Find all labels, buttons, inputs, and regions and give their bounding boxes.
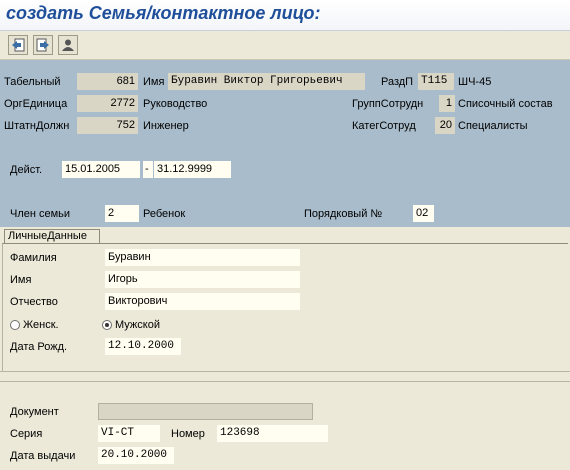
position-label: ШтатнДолжн — [4, 120, 70, 132]
previous-record-icon — [12, 38, 25, 52]
valid-to-field[interactable]: 31.12.9999 — [154, 161, 231, 178]
first-name-field[interactable]: Игорь — [105, 271, 300, 288]
org-unit-label: ОргЕдиница — [4, 98, 68, 110]
family-member-label: Член семьи — [10, 208, 71, 220]
series-label: Серия — [10, 428, 43, 440]
next-record-icon — [36, 38, 49, 52]
patronymic-field[interactable]: Викторович — [105, 293, 300, 310]
razdp-code-field[interactable]: T115 — [418, 73, 454, 90]
razdp-text: ШЧ-45 — [458, 76, 492, 88]
next-record-button[interactable] — [33, 35, 53, 55]
employee-group-text: Списочный состав — [458, 98, 553, 110]
employee-group-field[interactable]: 1 — [439, 95, 455, 112]
org-unit-text: Руководство — [143, 98, 208, 110]
org-unit-field[interactable]: 2772 — [77, 95, 138, 112]
validity-separator: - — [143, 161, 153, 178]
patronymic-label: Отчество — [10, 296, 58, 308]
gender-male-label: Мужской — [115, 319, 160, 331]
surname-label: Фамилия — [10, 252, 57, 264]
first-name-label: Имя — [10, 274, 32, 286]
number-label: Номер — [171, 428, 205, 440]
razdp-label: РаздП — [381, 76, 414, 88]
person-icon — [62, 39, 74, 51]
gender-female-radio[interactable] — [10, 320, 20, 330]
employee-group-label: ГруппСотрудн — [352, 98, 424, 110]
document-field[interactable] — [98, 403, 313, 420]
tabnum-label: Табельный — [4, 76, 61, 88]
employee-category-label: КатегСотруд — [352, 120, 416, 132]
birth-date-field[interactable]: 12.10.2000 — [105, 338, 181, 355]
validity-label: Дейст. — [10, 164, 43, 176]
number-field[interactable]: 123698 — [217, 425, 328, 442]
document-label: Документ — [10, 406, 59, 418]
name-label: Имя — [143, 76, 165, 88]
application-toolbar — [0, 31, 570, 60]
birth-date-label: Дата Рожд. — [10, 341, 68, 353]
gender-male-radio[interactable] — [102, 320, 112, 330]
family-member-text: Ребенок — [143, 208, 186, 220]
employee-name-field[interactable]: Буравин Виктор Григорьевич — [168, 73, 365, 90]
position-field[interactable]: 752 — [77, 117, 138, 134]
sequence-number-label: Порядковый № — [304, 208, 383, 220]
valid-from-field[interactable]: 15.01.2005 — [62, 161, 140, 178]
series-field[interactable]: VI-CT — [98, 425, 160, 442]
surname-field[interactable]: Буравин — [105, 249, 300, 266]
family-member-field[interactable]: 2 — [105, 205, 139, 222]
issue-date-label: Дата выдачи — [10, 450, 76, 462]
tabnum-field[interactable]: 681 — [77, 73, 138, 90]
tab-personal-data[interactable]: ЛичныеДанные — [4, 229, 100, 243]
employee-category-text: Специалисты — [458, 120, 528, 132]
gender-female-label: Женск. — [23, 319, 59, 331]
person-button[interactable] — [58, 35, 78, 55]
employee-category-field[interactable]: 20 — [435, 117, 455, 134]
sequence-number-field[interactable]: 02 — [413, 205, 434, 222]
issue-date-field[interactable]: 20.10.2000 — [98, 447, 174, 464]
previous-record-button[interactable] — [8, 35, 28, 55]
page-title: создать Семья/контактное лицо: — [6, 3, 321, 23]
position-text: Инженер — [143, 120, 189, 132]
